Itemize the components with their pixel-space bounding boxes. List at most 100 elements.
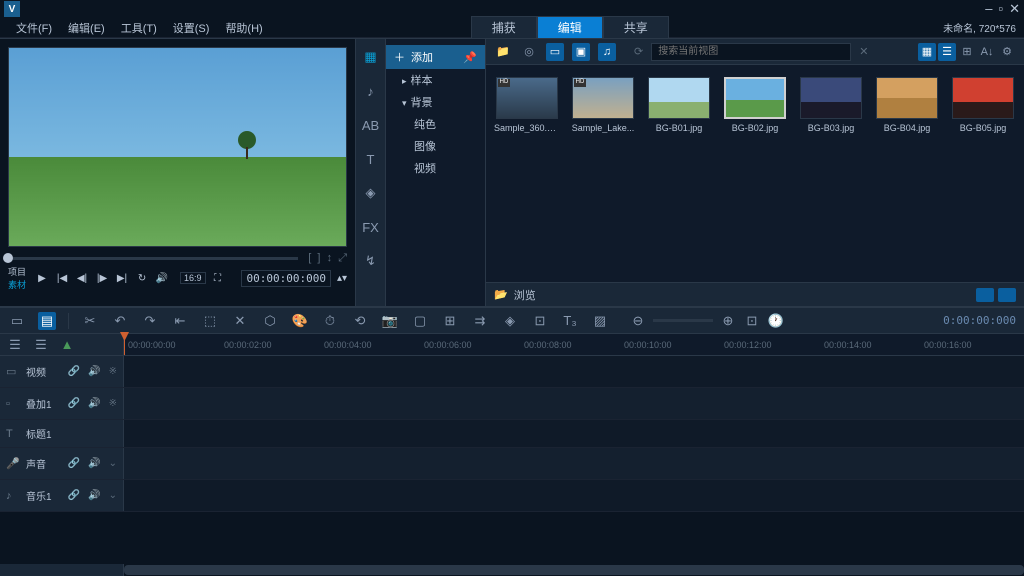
pan-zoom-icon[interactable]: ◈ (501, 312, 519, 330)
preview-mode-project[interactable]: 项目 (8, 265, 26, 278)
menu-tools[interactable]: 工具(T) (113, 18, 165, 38)
track-voice-content[interactable] (124, 448, 1024, 479)
import-record-icon[interactable]: ◎ (520, 43, 538, 61)
track-toggle-3-icon[interactable]: ▲ (58, 336, 76, 354)
duration-icon[interactable]: 🕐 (767, 312, 785, 330)
track-music-content[interactable] (124, 480, 1024, 511)
split-icon[interactable]: ✕ (231, 312, 249, 330)
track-video-header[interactable]: ▭ 视频 🔗🔊※ (0, 356, 124, 387)
aspect-ratio[interactable]: 16:9 (180, 272, 206, 284)
undo-icon[interactable]: ↶ (111, 312, 129, 330)
motion-icon[interactable]: ⇉ (471, 312, 489, 330)
minimize-button[interactable]: ‒ (985, 1, 992, 17)
play-button[interactable]: ▶ (34, 270, 50, 286)
loop-button[interactable]: ↻ (134, 270, 150, 286)
view-detail-icon[interactable]: ⊞ (958, 43, 976, 61)
category-fx-icon[interactable]: FX (361, 217, 381, 237)
thumbnail-item[interactable]: BG-B02.jpg (722, 77, 788, 133)
crop-icon[interactable]: ⊞ (441, 312, 459, 330)
menu-edit[interactable]: 编辑(E) (60, 18, 113, 38)
sort-icon[interactable]: A↓ (978, 43, 996, 61)
footer-btn-2[interactable] (998, 288, 1016, 302)
thumbnail-item[interactable]: HD Sample_Lake... (570, 77, 636, 133)
3d-title-icon[interactable]: T₃ (561, 312, 579, 330)
category-title-icon[interactable]: T (361, 149, 381, 169)
multicam-icon[interactable]: ▨ (591, 312, 609, 330)
fullscreen-button[interactable]: ⛶ (210, 270, 226, 286)
playhead[interactable] (124, 334, 125, 355)
filter-all-icon[interactable]: ▭ (546, 43, 564, 61)
track-motion-icon[interactable]: ⊡ (531, 312, 549, 330)
mode-edit[interactable]: 编辑 (537, 16, 603, 39)
color-icon[interactable]: 🎨 (291, 312, 309, 330)
goto-end-button[interactable]: ▶| (114, 270, 130, 286)
category-audio-icon[interactable]: ♪ (361, 81, 381, 101)
close-button[interactable]: ✕ (1009, 1, 1020, 17)
volume-button[interactable]: 🔊 (154, 270, 170, 286)
fit-icon[interactable]: ⊡ (743, 312, 761, 330)
goto-start-button[interactable]: |◀ (54, 270, 70, 286)
import-folder-icon[interactable]: 📁 (494, 43, 512, 61)
view-list-icon[interactable]: ☰ (938, 43, 956, 61)
view-thumb-icon[interactable]: ▦ (918, 43, 936, 61)
filter-audio-icon[interactable]: ♫ (598, 43, 616, 61)
redo-icon[interactable]: ↷ (141, 312, 159, 330)
speed-icon[interactable]: ⏱ (321, 312, 339, 330)
tree-item-background[interactable]: 背景 (386, 91, 485, 113)
browse-folder-icon[interactable]: 📂 (494, 288, 508, 301)
category-path-icon[interactable]: ↯ (361, 251, 381, 271)
category-graphic-icon[interactable]: ◈ (361, 183, 381, 203)
chroma-icon[interactable]: ▢ (411, 312, 429, 330)
track-voice-header[interactable]: 🎤 声音 🔗🔊⌄ (0, 448, 124, 479)
track-title-header[interactable]: T 标题1 (0, 420, 124, 447)
reverse-icon[interactable]: ⟲ (351, 312, 369, 330)
zoom-in-icon[interactable]: ⊕ (719, 312, 737, 330)
track-overlay-header[interactable]: ▫ 叠加1 🔗🔊※ (0, 388, 124, 419)
mode-capture[interactable]: 捕获 (471, 16, 537, 39)
storyboard-view-icon[interactable]: ▭ (8, 312, 26, 330)
tree-item-sample[interactable]: 样本 (386, 69, 485, 91)
next-frame-button[interactable]: |▶ (94, 270, 110, 286)
tool-select-icon[interactable]: ✂ (81, 312, 99, 330)
thumbnail-item[interactable]: BG-B04.jpg (874, 77, 940, 133)
menu-help[interactable]: 帮助(H) (217, 18, 270, 38)
snapshot-icon[interactable]: 📷 (381, 312, 399, 330)
thumbnail-item[interactable]: BG-B01.jpg (646, 77, 712, 133)
tree-item-solid-color[interactable]: 纯色 (386, 113, 485, 135)
category-media-icon[interactable]: ▦ (361, 47, 381, 67)
mark-in-icon[interactable]: ⇤ (171, 312, 189, 330)
marker-icon[interactable]: ⬡ (261, 312, 279, 330)
footer-btn-1[interactable] (976, 288, 994, 302)
thumbnail-item[interactable]: BG-B05.jpg (950, 77, 1016, 133)
clear-search-icon[interactable]: ✕ (859, 45, 868, 58)
track-overlay-content[interactable] (124, 388, 1024, 419)
category-transition-icon[interactable]: AB (361, 115, 381, 135)
tree-item-video[interactable]: 视频 (386, 157, 485, 179)
library-add-button[interactable]: ＋ 添加 📌 (386, 45, 485, 69)
thumbnail-item[interactable]: BG-B03.jpg (798, 77, 864, 133)
zoom-slider[interactable] (653, 319, 713, 322)
pin-icon[interactable]: 📌 (463, 51, 477, 64)
timeline-ruler[interactable]: 00:00:00:00 00:00:02:00 00:00:04:00 00:0… (124, 334, 1024, 355)
timeline-scrollbar[interactable] (0, 564, 1024, 576)
track-toggle-2-icon[interactable]: ☰ (32, 336, 50, 354)
menu-file[interactable]: 文件(F) (8, 18, 60, 38)
tree-item-image[interactable]: 图像 (386, 135, 485, 157)
mode-share[interactable]: 共享 (603, 16, 669, 39)
track-music-header[interactable]: ♪ 音乐1 🔗🔊⌄ (0, 480, 124, 511)
timeline-view-icon[interactable]: ▤ (38, 312, 56, 330)
zoom-out-icon[interactable]: ⊖ (629, 312, 647, 330)
search-input[interactable] (651, 43, 851, 61)
filter-image-icon[interactable]: ▣ (572, 43, 590, 61)
track-video-content[interactable] (124, 356, 1024, 387)
record-icon[interactable]: ⬚ (201, 312, 219, 330)
preview-mode-clip[interactable]: 素材 (8, 278, 26, 291)
timecode-display[interactable]: 00:00:00:000 (241, 270, 330, 287)
prev-frame-button[interactable]: ◀| (74, 270, 90, 286)
track-title-content[interactable] (124, 420, 1024, 447)
preview-display[interactable] (8, 47, 347, 247)
options-icon[interactable]: ⚙ (998, 43, 1016, 61)
thumbnail-item[interactable]: HD Sample_360.m... (494, 77, 560, 133)
maximize-button[interactable]: ▫ (998, 1, 1003, 17)
menu-settings[interactable]: 设置(S) (165, 18, 218, 38)
